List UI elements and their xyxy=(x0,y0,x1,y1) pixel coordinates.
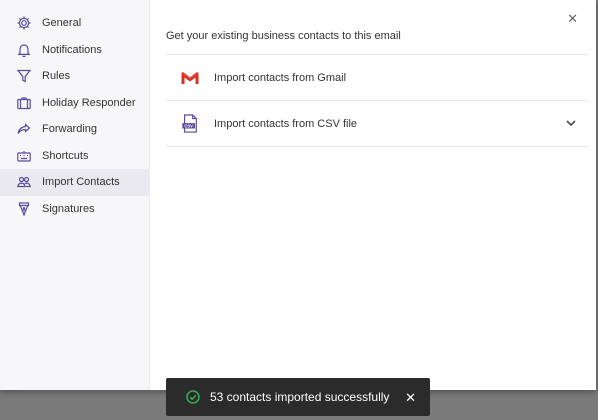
sidebar-item-signatures[interactable]: Signatures xyxy=(0,196,149,223)
sidebar-item-label: Import Contacts xyxy=(42,176,120,189)
toast-close-icon[interactable]: ✕ xyxy=(405,390,416,406)
import-csv-label: Import contacts from CSV file xyxy=(214,117,358,130)
sidebar-item-holiday-responder[interactable]: Holiday Responder xyxy=(0,90,149,117)
keyboard-icon xyxy=(15,147,33,165)
sidebar-item-rules[interactable]: Rules xyxy=(0,63,149,90)
sidebar-item-general[interactable]: General xyxy=(0,10,149,37)
svg-text:CSV: CSV xyxy=(184,123,193,128)
import-contacts-panel: ✕ Get your existing business contacts to… xyxy=(150,0,596,390)
gmail-icon xyxy=(178,66,202,90)
sidebar-item-label: Shortcuts xyxy=(42,149,89,162)
settings-sidebar: General Notifications Rules Holiday Resp… xyxy=(0,0,150,390)
sidebar-item-label: Rules xyxy=(42,70,71,83)
gear-icon xyxy=(15,14,33,32)
sidebar-item-label: Forwarding xyxy=(42,123,98,136)
import-csv-option[interactable]: CSV Import contacts from CSV file xyxy=(166,101,588,147)
success-toast: 53 contacts imported successfully ✕ xyxy=(166,378,430,416)
csv-file-icon: CSV xyxy=(178,112,202,136)
check-circle-icon xyxy=(186,390,200,404)
sidebar-item-label: Signatures xyxy=(42,202,95,215)
forward-arrow-icon xyxy=(15,120,33,138)
panel-intro: Get your existing business contacts to t… xyxy=(166,30,588,55)
bell-icon xyxy=(15,41,33,59)
sidebar-item-import-contacts[interactable]: Import Contacts xyxy=(0,169,149,196)
contacts-icon xyxy=(15,173,33,191)
import-gmail-label: Import contacts from Gmail xyxy=(214,71,347,84)
sidebar-item-notifications[interactable]: Notifications xyxy=(0,37,149,64)
pen-nib-icon xyxy=(15,200,33,218)
filter-icon xyxy=(15,67,33,85)
toast-message: 53 contacts imported successfully xyxy=(210,390,390,404)
sidebar-item-label: Notifications xyxy=(42,43,102,56)
settings-modal: General Notifications Rules Holiday Resp… xyxy=(0,0,596,390)
sidebar-item-shortcuts[interactable]: Shortcuts xyxy=(0,143,149,170)
chevron-down-icon[interactable] xyxy=(564,116,578,130)
sidebar-item-forwarding[interactable]: Forwarding xyxy=(0,116,149,143)
import-gmail-option[interactable]: Import contacts from Gmail xyxy=(166,55,588,101)
suitcase-icon xyxy=(15,94,33,112)
sidebar-item-label: Holiday Responder xyxy=(42,96,136,109)
sidebar-item-label: General xyxy=(42,17,82,30)
close-icon[interactable]: ✕ xyxy=(567,12,578,25)
